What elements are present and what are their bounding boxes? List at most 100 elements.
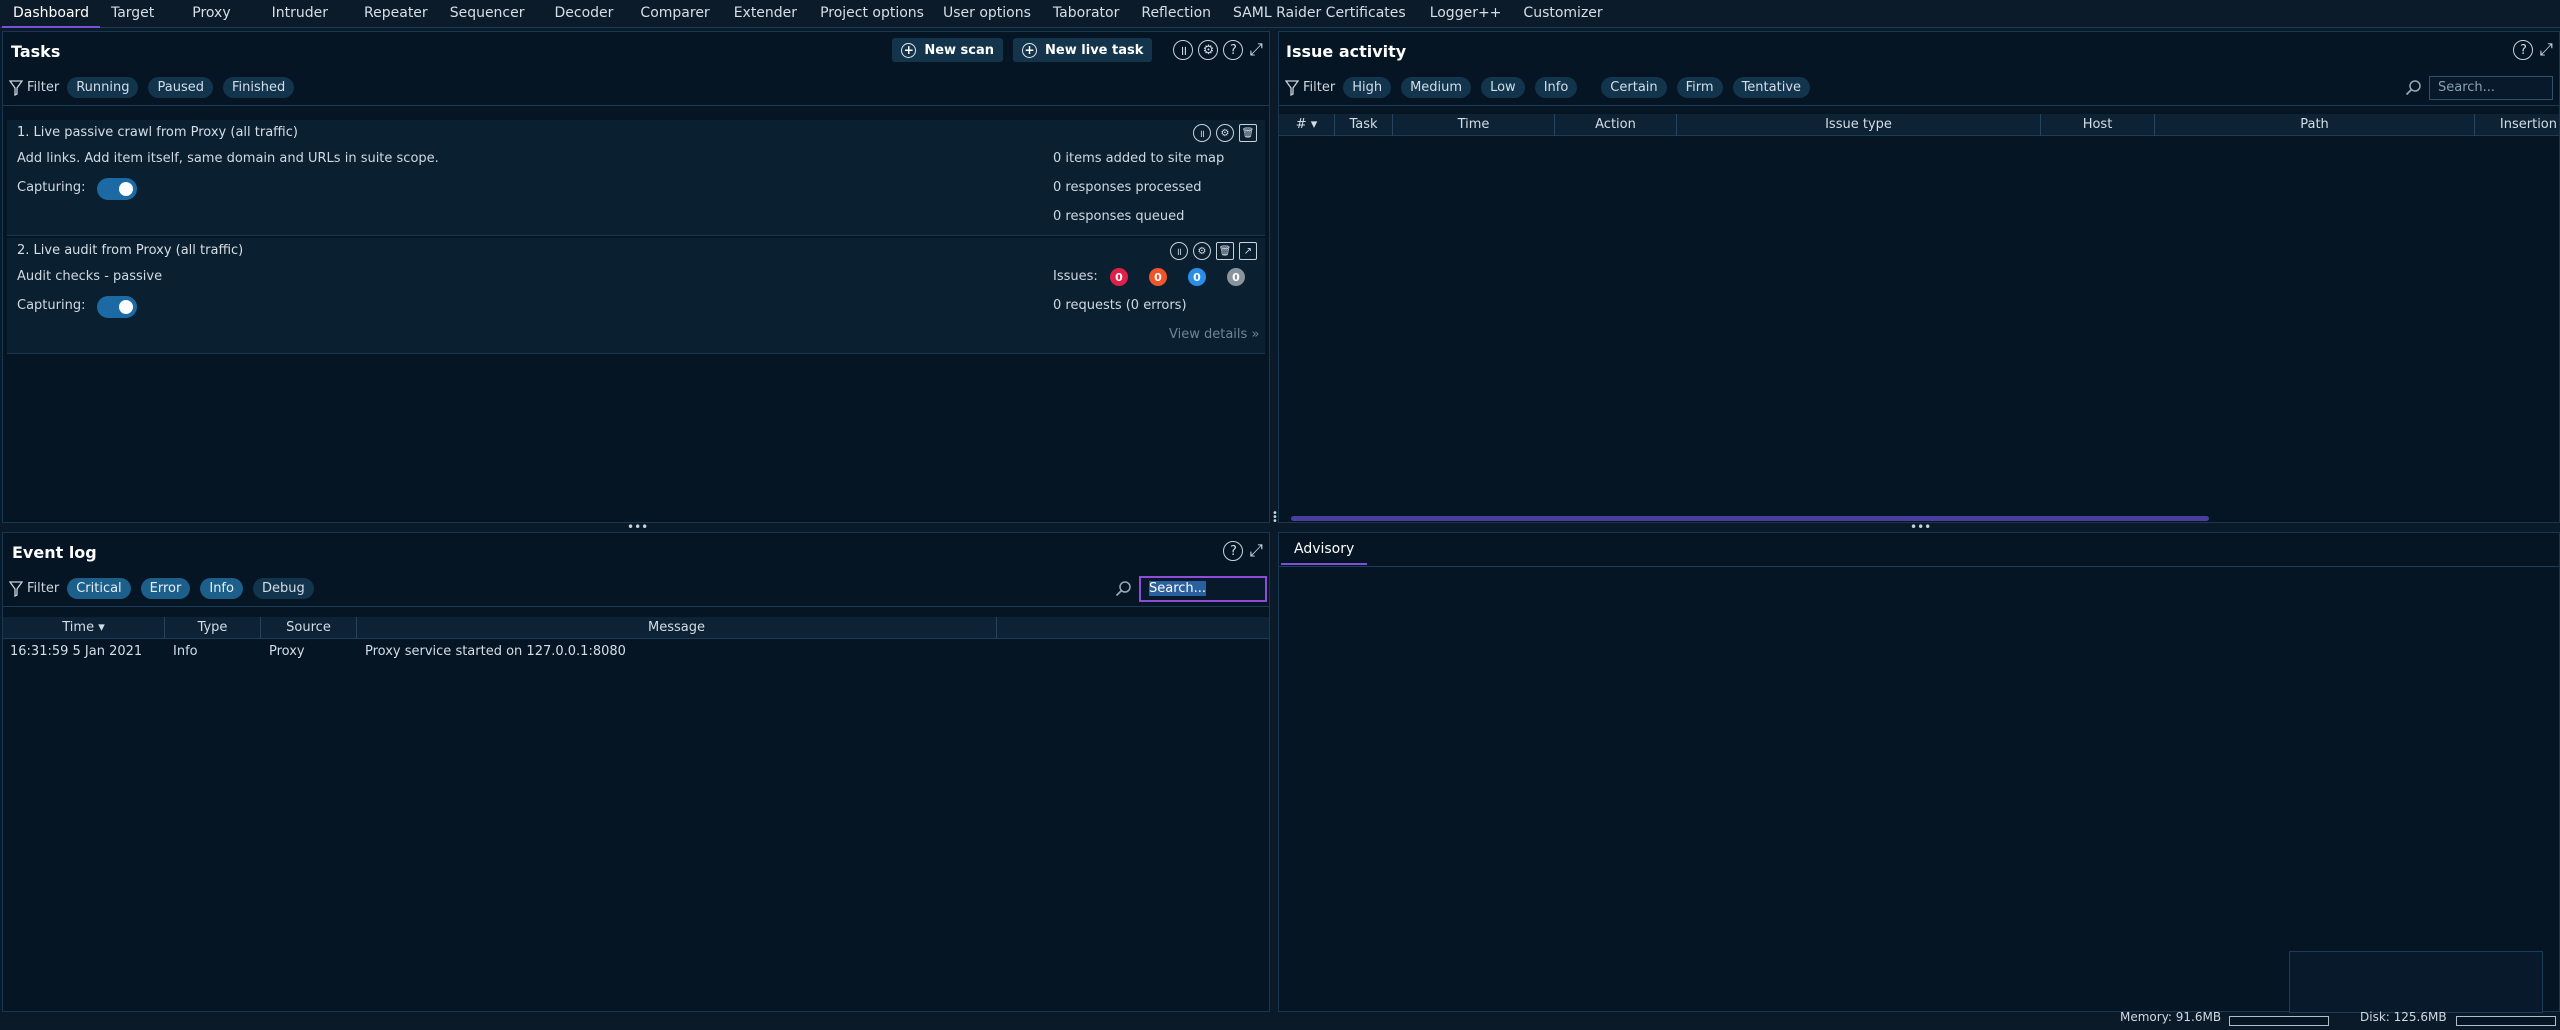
filter-icon[interactable] bbox=[9, 79, 23, 96]
tab-sequencer[interactable]: Sequencer bbox=[439, 0, 539, 28]
filter-tentative[interactable]: Tentative bbox=[1732, 77, 1811, 98]
filter-firm[interactable]: Firm bbox=[1676, 77, 1723, 98]
new-scan-label: New scan bbox=[924, 42, 995, 58]
filter-paused[interactable]: Paused bbox=[148, 77, 213, 98]
col-issue-type[interactable]: Issue type bbox=[1677, 114, 2041, 136]
filter-icon[interactable] bbox=[1285, 79, 1299, 96]
help-icon[interactable]: ? bbox=[1223, 541, 1244, 561]
col-type[interactable]: Type bbox=[165, 617, 261, 639]
issues-label: Issues: bbox=[1053, 269, 1098, 284]
tab-user-options[interactable]: User options bbox=[935, 0, 1042, 28]
task-title: 1. Live passive crawl from Proxy (all tr… bbox=[17, 125, 298, 140]
col-time[interactable]: Time bbox=[1393, 114, 1555, 136]
task-title: 2. Live audit from Proxy (all traffic) bbox=[17, 243, 244, 258]
pause-icon[interactable]: ॥ bbox=[1173, 40, 1194, 60]
tab-repeater[interactable]: Repeater bbox=[346, 0, 439, 28]
tab-intruder[interactable]: Intruder bbox=[254, 0, 346, 28]
col-task[interactable]: Task bbox=[1335, 114, 1393, 136]
gear-icon[interactable]: ⚙ bbox=[1193, 242, 1211, 260]
expand-icon[interactable]: ⤢ bbox=[1249, 41, 1263, 59]
col-path[interactable]: Path bbox=[2155, 114, 2475, 136]
filter-certain[interactable]: Certain bbox=[1601, 77, 1667, 98]
help-icon[interactable]: ? bbox=[2513, 40, 2534, 60]
col-number[interactable]: # ▾ bbox=[1279, 114, 1335, 136]
tab-target[interactable]: Target bbox=[100, 0, 165, 28]
add-icon: + bbox=[901, 42, 917, 58]
task-card-1[interactable]: 1. Live passive crawl from Proxy (all tr… bbox=[7, 120, 1265, 236]
advisory-panel: Advisory bbox=[1278, 532, 2560, 1013]
trash-icon[interactable]: 🗑 bbox=[1239, 124, 1257, 142]
filter-label: Filter bbox=[27, 80, 60, 95]
pause-icon[interactable]: ॥ bbox=[1193, 124, 1211, 142]
stat-items-added: 0 items added to site map bbox=[1053, 151, 1225, 166]
filter-error[interactable]: Error bbox=[140, 578, 191, 599]
col-insertion[interactable]: Insertion bbox=[2475, 114, 2559, 136]
issue-search-input[interactable]: Search... bbox=[2429, 76, 2553, 100]
search-icon bbox=[2405, 80, 2421, 96]
memory-bar bbox=[2229, 1016, 2329, 1026]
memory-status: Memory: 91.6MB bbox=[2120, 1010, 2222, 1024]
tab-reflection[interactable]: Reflection bbox=[1130, 0, 1222, 28]
new-scan-button[interactable]: + New scan bbox=[892, 38, 1004, 62]
filter-info[interactable]: Info bbox=[1534, 77, 1578, 98]
new-live-task-label: New live task bbox=[1045, 42, 1144, 58]
tab-taborator[interactable]: Taborator bbox=[1042, 0, 1130, 28]
filter-medium[interactable]: Medium bbox=[1401, 77, 1472, 98]
tab-decoder[interactable]: Decoder bbox=[539, 0, 627, 28]
expand-icon[interactable]: ⤢ bbox=[2539, 41, 2553, 59]
search-icon bbox=[1115, 581, 1131, 597]
filter-debug[interactable]: Debug bbox=[252, 578, 314, 599]
filter-critical[interactable]: Critical bbox=[67, 578, 131, 599]
tab-saml-raider-certificates[interactable]: SAML Raider Certificates bbox=[1222, 0, 1419, 28]
help-icon[interactable]: ? bbox=[1223, 40, 1244, 60]
issue-filter-bar: Filter High Medium Low Info Certain Firm… bbox=[1279, 70, 2559, 106]
tab-customizer[interactable]: Customizer bbox=[1512, 0, 1613, 28]
issue-activity-header: Issue activity ? ⤢ bbox=[1279, 32, 2559, 70]
event-table-header: Time ▾ Type Source Message bbox=[3, 617, 1269, 639]
stat-responses-processed: 0 responses processed bbox=[1053, 180, 1202, 195]
view-details-link[interactable]: View details » bbox=[1169, 327, 1259, 342]
issue-count-info: 0 bbox=[1227, 268, 1245, 286]
pause-icon[interactable]: ॥ bbox=[1170, 242, 1188, 260]
col-source[interactable]: Source bbox=[261, 617, 357, 639]
sort-desc-icon: ▾ bbox=[1310, 117, 1318, 132]
tab-project-options[interactable]: Project options bbox=[809, 0, 935, 28]
open-external-icon[interactable]: ↗ bbox=[1239, 242, 1257, 260]
filter-icon[interactable] bbox=[9, 580, 23, 597]
task-card-2[interactable]: 2. Live audit from Proxy (all traffic) ॥… bbox=[7, 238, 1265, 354]
cell-time: 16:31:59 5 Jan 2021 bbox=[10, 644, 143, 659]
filter-info[interactable]: Info bbox=[200, 578, 243, 599]
tab-dashboard[interactable]: Dashboard bbox=[2, 0, 100, 28]
tab-extender[interactable]: Extender bbox=[722, 0, 809, 28]
filter-running[interactable]: Running bbox=[67, 77, 139, 98]
tab-advisory[interactable]: Advisory bbox=[1281, 535, 1368, 565]
filter-low[interactable]: Low bbox=[1481, 77, 1525, 98]
sort-desc-icon: ▾ bbox=[98, 620, 105, 635]
filter-label: Filter bbox=[27, 581, 60, 596]
col-message[interactable]: Message bbox=[357, 617, 997, 639]
col-time[interactable]: Time ▾ bbox=[3, 617, 165, 639]
task-description: Audit checks - passive bbox=[17, 269, 163, 284]
tab-comparer[interactable]: Comparer bbox=[626, 0, 721, 28]
tab-proxy[interactable]: Proxy bbox=[165, 0, 253, 28]
issue-count-medium: 0 bbox=[1149, 268, 1167, 286]
table-row[interactable]: 16:31:59 5 Jan 2021 Info Proxy Proxy ser… bbox=[3, 641, 1269, 663]
event-search-input[interactable]: Search... bbox=[1139, 576, 1267, 602]
tab-logger-plus-plus[interactable]: Logger++ bbox=[1419, 0, 1513, 28]
col-host[interactable]: Host bbox=[2041, 114, 2155, 136]
event-filter-bar: Filter Critical Error Info Debug Search.… bbox=[3, 571, 1269, 607]
expand-icon[interactable]: ⤢ bbox=[1249, 542, 1263, 560]
capturing-toggle[interactable] bbox=[97, 296, 137, 318]
filter-finished[interactable]: Finished bbox=[222, 77, 295, 98]
col-action[interactable]: Action bbox=[1555, 114, 1677, 136]
gear-icon[interactable]: ⚙ bbox=[1216, 124, 1234, 142]
requests-count: 0 requests (0 errors) bbox=[1053, 298, 1187, 313]
trash-icon[interactable]: 🗑 bbox=[1216, 242, 1234, 260]
horizontal-scrollbar[interactable] bbox=[1291, 516, 2209, 521]
new-live-task-button[interactable]: + New live task bbox=[1013, 38, 1153, 62]
cell-type: Info bbox=[173, 644, 198, 659]
gear-icon[interactable]: ⚙ bbox=[1198, 40, 1219, 60]
filter-high[interactable]: High bbox=[1343, 77, 1392, 98]
top-nav: Dashboard Target Proxy Intruder Repeater… bbox=[0, 0, 2560, 28]
capturing-toggle[interactable] bbox=[97, 178, 137, 200]
